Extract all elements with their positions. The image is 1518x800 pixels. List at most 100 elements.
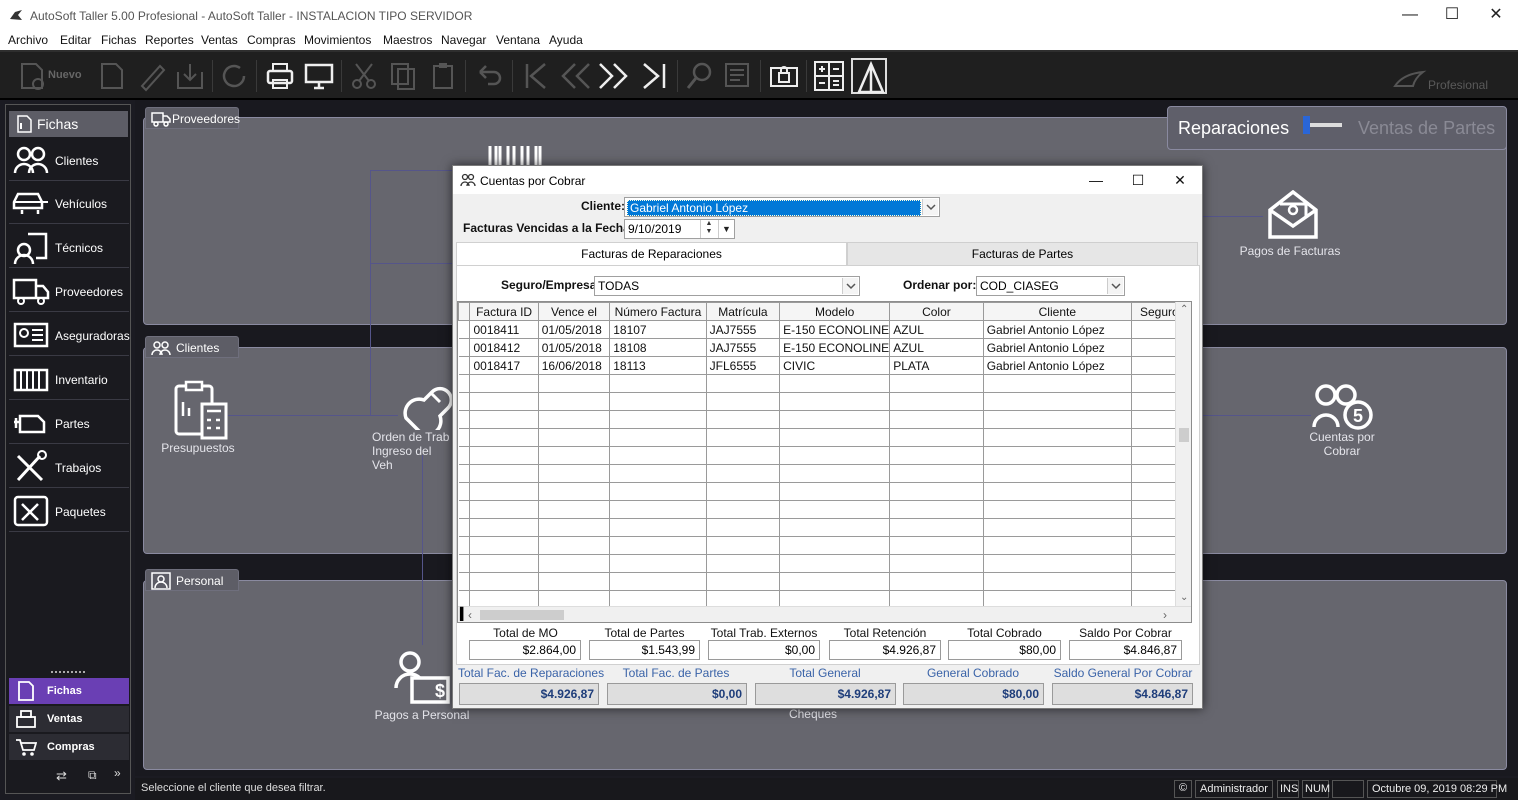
print-button[interactable]: [262, 58, 298, 94]
table-cell[interactable]: JAJ7555: [705, 320, 781, 339]
tab-facturas-partes[interactable]: Facturas de Partes: [847, 242, 1198, 266]
sidebar-item-inventario[interactable]: Inventario: [9, 358, 129, 400]
minimize-button[interactable]: —: [1400, 5, 1420, 25]
sidebar-item-trabajos[interactable]: Trabajos: [9, 446, 129, 488]
table-cell[interactable]: 18107: [609, 320, 707, 339]
table-cell[interactable]: Gabriel Antonio López: [982, 320, 1132, 339]
table-cell[interactable]: 0018411: [469, 320, 539, 339]
table-row[interactable]: 0018411 01/05/2018 18107 JAJ7555 E-150 E…: [458, 320, 1191, 339]
vertical-scroll-thumb[interactable]: [1179, 428, 1189, 442]
table-cell[interactable]: AZUL: [889, 320, 984, 339]
swap-arrows-icon[interactable]: ⇄: [56, 768, 67, 784]
switch-knob[interactable]: [1303, 116, 1310, 134]
sidebar-item-tecnicos[interactable]: Técnicos: [9, 226, 129, 268]
table-cell[interactable]: E-150 ECONOLINE: [779, 320, 891, 339]
calendar-dropdown-button[interactable]: ▼: [718, 220, 734, 238]
column-header[interactable]: Matrícula: [705, 302, 781, 321]
chevron-up-icon[interactable]: ⌃: [1180, 304, 1188, 315]
date-spinner[interactable]: ▲ ▼: [700, 220, 717, 238]
table-cell[interactable]: JAJ7555: [705, 338, 781, 357]
column-header[interactable]: Color: [889, 302, 984, 321]
menu-navegar[interactable]: Navegar: [441, 33, 486, 47]
table-cell[interactable]: AZUL: [889, 338, 984, 357]
lock-button[interactable]: [766, 58, 802, 94]
cut-button[interactable]: [346, 58, 382, 94]
sidebar-section-fichas[interactable]: Fichas: [9, 678, 129, 704]
copy-button[interactable]: [385, 58, 421, 94]
sidebar-resize-grip[interactable]: [51, 671, 85, 675]
edit-document-button[interactable]: [94, 58, 130, 94]
menu-ventas[interactable]: Ventas: [201, 33, 238, 47]
table-cell[interactable]: Gabriel Antonio López: [982, 356, 1132, 375]
pagos-facturas-node[interactable]: [1266, 189, 1320, 240]
save-button[interactable]: [172, 58, 208, 94]
preview-button[interactable]: [301, 58, 337, 94]
menu-fichas[interactable]: Fichas: [101, 33, 136, 47]
first-record-button[interactable]: [517, 58, 553, 94]
calculator-button[interactable]: [811, 58, 847, 94]
sidebar-item-paquetes[interactable]: Paquetes: [9, 490, 129, 532]
cliente-dropdown-button[interactable]: [922, 199, 938, 215]
edit-button[interactable]: [134, 58, 170, 94]
table-cell[interactable]: Gabriel Antonio López: [982, 338, 1132, 357]
presupuestos-node[interactable]: [172, 380, 228, 440]
pagos-personal-node[interactable]: $: [394, 650, 452, 706]
sidebar-item-partes[interactable]: Partes: [9, 402, 129, 444]
chevron-down-icon[interactable]: ⌄: [1180, 592, 1188, 603]
tab-facturas-reparaciones[interactable]: Facturas de Reparaciones: [456, 242, 847, 266]
table-cell[interactable]: 01/05/2018: [537, 338, 611, 357]
column-header[interactable]: Factura ID: [469, 302, 539, 321]
menu-reportes[interactable]: Reportes: [145, 33, 194, 47]
last-record-button[interactable]: [636, 58, 672, 94]
sidebar-section-compras[interactable]: Compras: [9, 734, 129, 760]
table-cell[interactable]: 01/05/2018: [537, 320, 611, 339]
fecha-picker[interactable]: 9/10/2019 ▲ ▼ ▼: [624, 219, 735, 239]
horizontal-scroll-thumb[interactable]: [480, 610, 564, 620]
column-header[interactable]: Número Factura: [609, 302, 707, 321]
seguro-select[interactable]: TODAS: [594, 276, 860, 296]
menu-archivo[interactable]: Archivo: [8, 33, 48, 47]
chevron-right-icon[interactable]: ›: [1163, 608, 1167, 622]
facturas-grid[interactable]: Factura ID Vence el Número Factura Matrí…: [457, 301, 1192, 623]
chevron-left-icon[interactable]: ‹: [468, 608, 472, 622]
menu-movimientos[interactable]: Movimientos: [304, 33, 371, 47]
table-cell[interactable]: 0018412: [469, 338, 539, 357]
menu-ayuda[interactable]: Ayuda: [549, 33, 583, 47]
sidebar-item-proveedores[interactable]: Proveedores: [9, 270, 129, 312]
table-cell[interactable]: CIVIC: [779, 356, 891, 375]
table-row[interactable]: 0018417 16/06/2018 18113 JFL6555 CIVIC P…: [458, 356, 1191, 375]
mode-reparaciones[interactable]: Reparaciones: [1178, 118, 1289, 139]
menu-editar[interactable]: Editar: [60, 33, 91, 47]
refresh-button[interactable]: [216, 58, 252, 94]
accessibility-button[interactable]: [851, 58, 887, 94]
column-header[interactable]: Modelo: [779, 302, 891, 321]
column-header[interactable]: Cliente: [982, 302, 1132, 321]
cuentas-cobrar-node[interactable]: 5: [1312, 383, 1374, 431]
ordenar-select[interactable]: COD_CIASEG: [976, 276, 1125, 296]
sidebar-item-aseguradoras[interactable]: Aseguradoras: [9, 314, 130, 356]
close-window-button[interactable]: ✕: [1486, 5, 1506, 25]
table-cell[interactable]: E-150 ECONOLINE: [779, 338, 891, 357]
new-document-button[interactable]: [14, 58, 50, 94]
sidebar-item-clientes[interactable]: Clientes: [9, 139, 129, 181]
mode-switcher[interactable]: Reparaciones Ventas de Partes: [1167, 106, 1507, 150]
dialog-minimize-button[interactable]: —: [1085, 170, 1107, 190]
orden-trabajo-node[interactable]: [400, 378, 454, 437]
menu-maestros[interactable]: Maestros: [383, 33, 432, 47]
table-cell[interactable]: JFL6555: [705, 356, 781, 375]
chevron-down-icon[interactable]: »: [114, 766, 121, 780]
mode-ventas-partes[interactable]: Ventas de Partes: [1358, 118, 1495, 139]
next-record-button[interactable]: [596, 58, 632, 94]
previous-record-button[interactable]: [557, 58, 593, 94]
table-cell[interactable]: 0018417: [469, 356, 539, 375]
sidebar-section-ventas[interactable]: Ventas: [9, 706, 129, 732]
table-cell[interactable]: PLATA: [889, 356, 984, 375]
dialog-maximize-button[interactable]: ☐: [1127, 170, 1149, 190]
table-cell[interactable]: 18108: [609, 338, 707, 357]
search-button[interactable]: [682, 58, 718, 94]
windows-icon[interactable]: ⧉: [88, 768, 97, 783]
menu-compras[interactable]: Compras: [247, 33, 296, 47]
maximize-button[interactable]: ☐: [1442, 5, 1462, 25]
table-row[interactable]: 0018412 01/05/2018 18108 JAJ7555 E-150 E…: [458, 338, 1191, 357]
list-button[interactable]: [720, 58, 756, 94]
